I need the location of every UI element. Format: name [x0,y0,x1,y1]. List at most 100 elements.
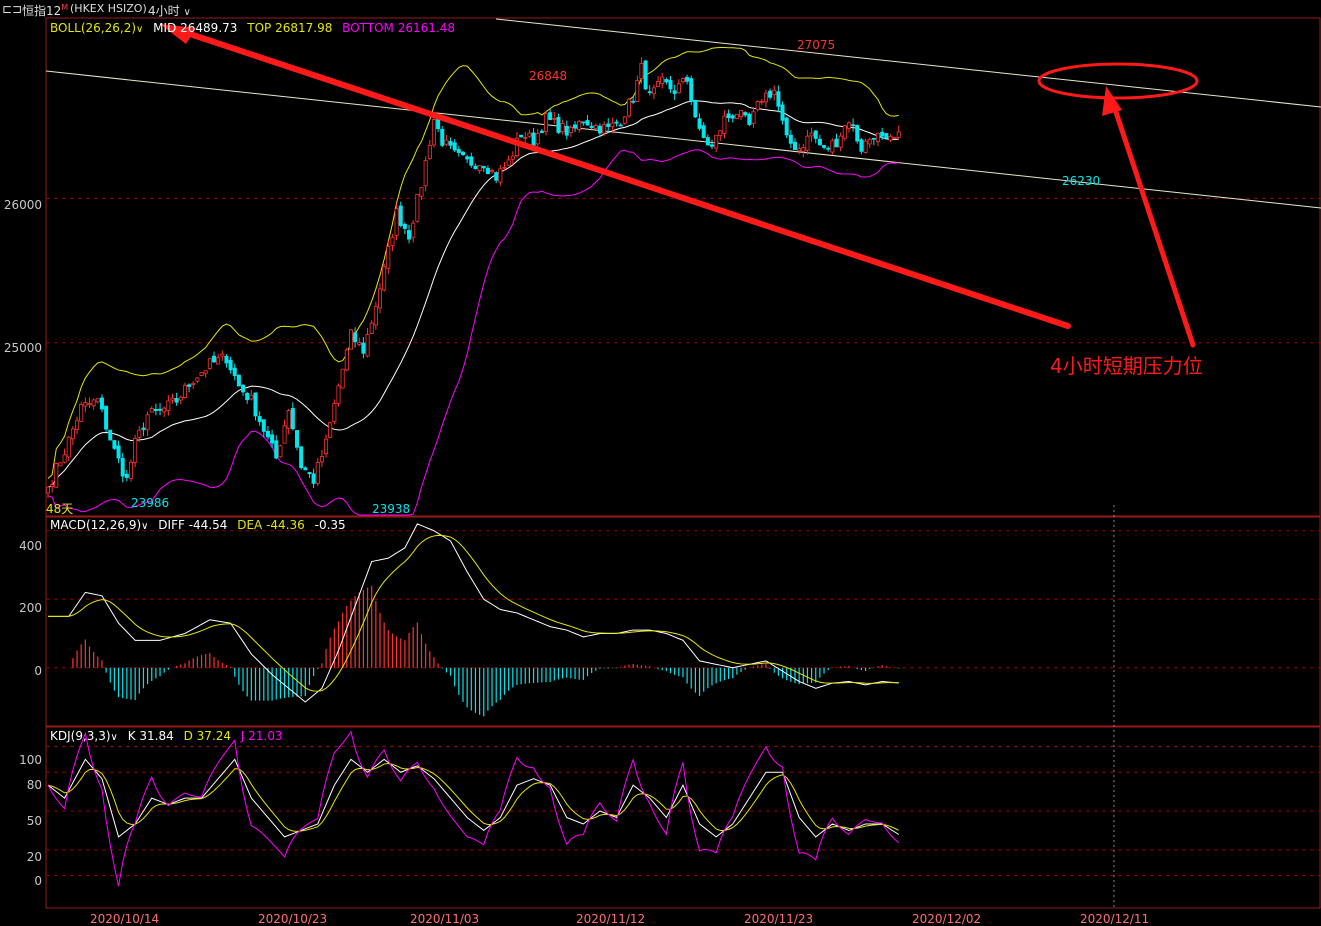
candle-body [166,400,171,411]
candle-body [506,159,511,166]
price-extreme-label: 23986 [131,496,170,510]
candle-body [631,100,636,103]
candle-body [294,430,299,448]
candle-body [502,166,507,169]
candle-body [490,170,495,173]
candle-body [141,427,146,430]
candle-body [639,63,644,80]
candle-body [867,138,872,145]
candle-body [577,121,582,130]
candle-body [602,124,607,134]
candle-body [822,145,827,148]
macd-panel [48,523,900,717]
candle-body [689,78,694,102]
candle-body [776,91,781,107]
candle-body [784,117,789,136]
candle-body [290,408,295,430]
macd-diff-label: DIFF [158,518,185,532]
candle-body [813,130,818,139]
candle-body [245,392,250,401]
candle-body [494,172,499,181]
macd-diff-value: -44.54 [188,518,228,532]
candle-body [377,288,382,309]
boll-legend[interactable]: BOLL(26,26,2)∨ MID 26489.73 TOP 26817.98… [50,21,455,35]
candle-body [564,125,569,136]
kdj-d-value: 37.24 [196,729,232,743]
candle-body [232,367,237,377]
chevron-down-icon: ∨ [136,24,144,35]
kdj-legend[interactable]: KDJ(9,3,3)∨ K 31.84 D 37.24 J 21.03 [50,729,283,743]
macd-dea-value: -44.36 [266,518,305,532]
macd-legend[interactable]: MACD(12,26,9)∨ DIFF -44.54 DEA -44.36 -0… [50,518,346,532]
candle-body [838,135,843,148]
candle-body [668,79,673,90]
candle-body [448,141,453,146]
candle-body [456,149,461,153]
candle-body [120,458,125,477]
candle-body [585,120,590,126]
candle-body [353,332,358,343]
candle-body [257,416,262,422]
candle-body [606,123,611,127]
date-tick: 2020/11/03 [410,912,480,926]
candle-body [216,357,221,365]
kdj-d-label: D [183,729,193,743]
candle-body [249,394,254,400]
boll-top-value: 26817.98 [275,21,333,35]
candle-body [714,134,719,149]
boll-bottom-label: BOTTOM [342,21,394,35]
candle-body [361,342,366,354]
candle-body [178,396,183,401]
candle-body [253,392,258,417]
trendline-upper [495,18,1321,108]
candle-body [722,115,727,134]
chevron-down-icon: ∨ [141,521,149,532]
candle-body [436,118,441,130]
panel-frame [45,516,1321,727]
candle-body [162,407,167,413]
candle-body [66,436,71,458]
chart-canvas [45,17,1321,909]
candle-body [195,377,200,382]
candle-body [610,122,615,128]
candle-body [344,349,349,371]
candle-body [340,368,345,389]
candle-body [846,122,851,129]
candle-body [419,187,424,197]
candle-body [635,80,640,102]
candle-body [880,131,885,137]
candle-body [241,384,246,393]
candle-body [768,90,773,98]
kdj-d-line [47,763,899,832]
candle-body [319,456,324,463]
candle-body [182,384,187,399]
candle-body [830,140,835,153]
candle-body [236,374,241,387]
candle-body [124,473,129,478]
candle-body [539,130,544,134]
candle-body [187,384,192,387]
candle-body [527,132,532,137]
candle-body [643,60,648,90]
candle-body [299,446,304,469]
kdj-k-value: 31.84 [139,729,174,743]
candle-body [805,135,810,151]
candle-body [70,428,75,440]
candle-body [415,193,420,222]
candle-body [552,117,557,120]
candle-body [548,112,553,121]
candle-body [133,437,138,463]
candle-body [780,104,785,121]
macd-tick: 0 [34,664,42,678]
candle-body [386,246,391,269]
candle-body [531,132,536,147]
boll-label: BOLL(26,26,2) [50,21,137,35]
candle-body [763,92,768,103]
candle-body [743,112,748,116]
candle-body [892,136,897,139]
candle-body [851,124,856,127]
price-tick: 26000 [3,198,42,212]
kdj-tick: 20 [26,850,42,864]
candle-body [734,113,739,119]
candle-body [842,125,847,139]
